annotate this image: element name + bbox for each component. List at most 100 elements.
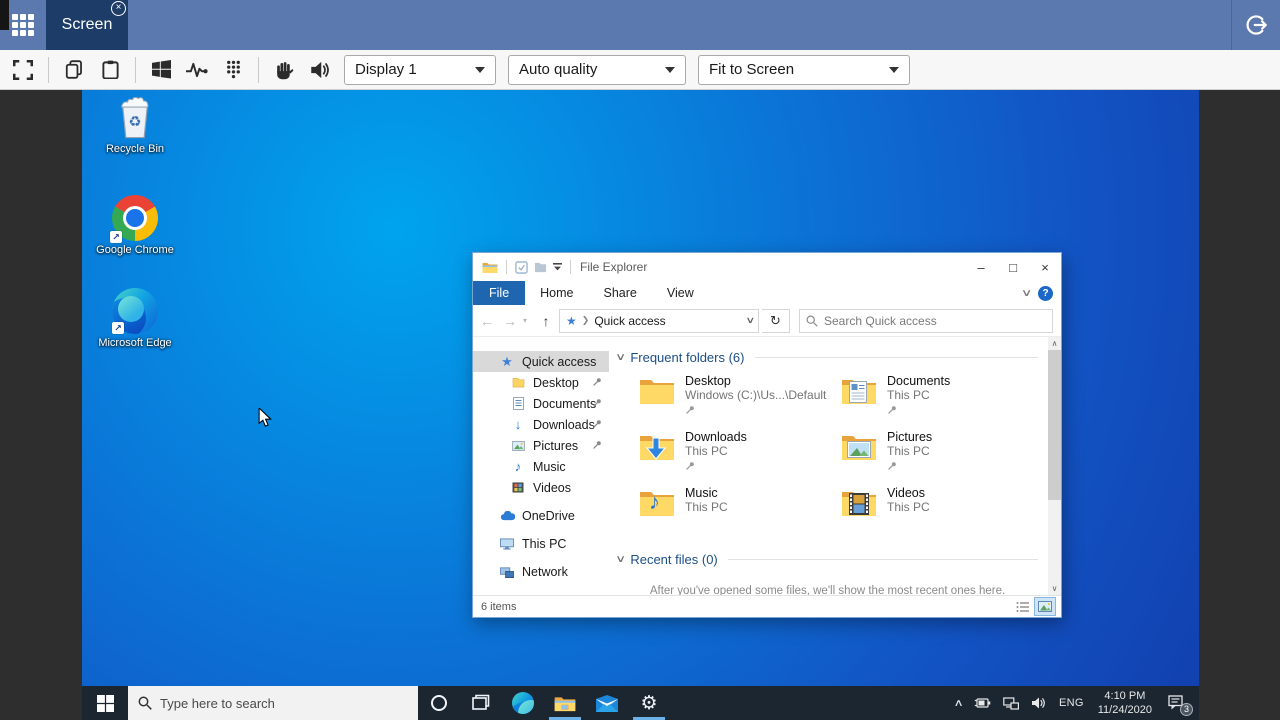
sidebar-item-onedrive[interactable]: OneDrive: [473, 505, 609, 526]
dialpad-icon: [225, 60, 242, 79]
expand-ribbon-icon[interactable]: ∨: [1020, 288, 1032, 299]
clock-date: 11/24/2020: [1098, 703, 1152, 717]
collapse-chevron-icon: ∨: [615, 352, 626, 363]
recent-files-empty-message: After you've opened some files, we'll sh…: [617, 585, 1048, 595]
viewer-toolbar: Display 1 Auto quality Fit to Screen: [0, 50, 1280, 90]
menu-home[interactable]: Home: [525, 281, 588, 305]
folder-tile-videos[interactable]: Videos This PC: [841, 485, 1043, 541]
help-icon[interactable]: ?: [1038, 286, 1053, 301]
start-button[interactable]: [82, 686, 128, 720]
sidebar-item-music[interactable]: ♪ Music: [473, 456, 609, 477]
tile-name: Pictures: [887, 430, 932, 444]
sidebar-item-quick-access[interactable]: ★ Quick access: [473, 351, 609, 372]
up-button[interactable]: ↑: [536, 313, 556, 329]
explorer-search[interactable]: [799, 309, 1053, 333]
language-indicator[interactable]: ENG: [1053, 686, 1090, 720]
svg-text:♻: ♻: [128, 114, 141, 131]
minimize-button[interactable]: –: [965, 253, 997, 281]
speaker-icon: [310, 60, 330, 80]
dialpad-button[interactable]: [216, 54, 250, 86]
sound-button[interactable]: [303, 54, 337, 86]
zoom-select[interactable]: Fit to Screen: [698, 55, 910, 85]
scrollbar-thumb[interactable]: [1048, 350, 1061, 500]
paste-button[interactable]: [93, 54, 127, 86]
menu-file[interactable]: File: [473, 281, 525, 305]
close-button[interactable]: ×: [1029, 253, 1061, 281]
folder-tile-pictures[interactable]: Pictures This PC: [841, 429, 1043, 485]
menu-share[interactable]: Share: [589, 281, 652, 305]
sidebar-item-network[interactable]: Network: [473, 561, 609, 582]
quality-select[interactable]: Auto quality: [508, 55, 686, 85]
disconnect-button[interactable]: [1232, 0, 1280, 50]
screen-tab[interactable]: Screen ×: [46, 0, 128, 50]
explorer-app-icon: [482, 261, 498, 274]
folder-tile-downloads[interactable]: Downloads This PC: [639, 429, 841, 485]
sidebar-item-downloads[interactable]: ↓ Downloads: [473, 414, 609, 435]
fullscreen-button[interactable]: [6, 54, 40, 86]
folder-tile-desktop[interactable]: Desktop Windows (C:)\Us...\Default: [639, 373, 841, 429]
pin-icon: [592, 419, 602, 429]
desktop-icon-recycle-bin[interactable]: ♻ Recycle Bin: [96, 96, 174, 157]
taskbar-search[interactable]: [128, 686, 418, 720]
frequent-folders-header[interactable]: ∨ Frequent folders (6): [617, 347, 1038, 367]
forward-button[interactable]: →: [500, 313, 520, 329]
gesture-button[interactable]: [267, 54, 301, 86]
cortana-button[interactable]: [418, 686, 460, 720]
address-bar[interactable]: ★ ❯ Quick access ∨: [559, 309, 759, 333]
details-view-button[interactable]: [1013, 598, 1033, 615]
qat-new-folder-button[interactable]: [534, 261, 547, 273]
sidebar-item-videos[interactable]: Videos: [473, 477, 609, 498]
menu-view[interactable]: View: [652, 281, 709, 305]
tabbar-spacer: [128, 0, 1231, 50]
volume-button[interactable]: [1025, 686, 1053, 720]
scroll-up-icon[interactable]: ∧: [1052, 337, 1058, 350]
tile-name: Videos: [887, 486, 930, 500]
remote-desktop[interactable]: ♻ Recycle Bin ↗ Google Chrome ↗ Microsof…: [82, 90, 1199, 720]
power-status-button[interactable]: [968, 686, 997, 720]
recent-files-header[interactable]: ∨ Recent files (0): [617, 549, 1038, 569]
folder-tile-music[interactable]: ♪ Music This PC: [639, 485, 841, 541]
clock[interactable]: 4:10 PM 11/24/2020: [1090, 686, 1160, 720]
sidebar-item-pictures[interactable]: Pictures: [473, 435, 609, 456]
qat-customize-button[interactable]: [553, 263, 562, 272]
desktop-icon-google-chrome[interactable]: ↗ Google Chrome: [96, 195, 174, 258]
tile-location: This PC: [685, 445, 747, 459]
tray-overflow-chevron-icon[interactable]: ∧: [945, 686, 972, 720]
explorer-search-input[interactable]: [824, 314, 1046, 328]
copy-button[interactable]: [57, 54, 91, 86]
display-select[interactable]: Display 1: [344, 55, 496, 85]
speaker-icon: [1031, 696, 1047, 710]
explorer-titlebar[interactable]: File Explorer – □ ×: [473, 253, 1061, 281]
performance-button[interactable]: [180, 54, 214, 86]
scrollbar[interactable]: ∧ ∨: [1048, 337, 1061, 595]
taskbar-settings-button[interactable]: ⚙: [628, 686, 670, 720]
back-button[interactable]: ←: [477, 313, 497, 329]
maximize-button[interactable]: □: [997, 253, 1029, 281]
task-view-button[interactable]: [460, 686, 502, 720]
taskbar-edge-button[interactable]: [502, 686, 544, 720]
toolbar-separator: [135, 57, 136, 83]
network-button[interactable]: [997, 686, 1025, 720]
action-center-button[interactable]: 3: [1160, 686, 1199, 720]
qat-properties-button[interactable]: [515, 261, 528, 274]
taskbar-search-input[interactable]: [160, 696, 408, 711]
address-dropdown-icon[interactable]: ∨: [746, 315, 756, 326]
refresh-button[interactable]: ↻: [762, 309, 790, 333]
taskbar-mail-button[interactable]: [586, 686, 628, 720]
folder-tile-documents[interactable]: Documents This PC: [841, 373, 1043, 429]
taskbar-file-explorer-button[interactable]: [544, 686, 586, 720]
windows-logo-icon: [152, 60, 171, 79]
send-windows-key-button[interactable]: [144, 54, 178, 86]
music-note-icon: ♪: [510, 459, 526, 474]
sidebar-item-desktop[interactable]: Desktop: [473, 372, 609, 393]
thumbnail-view-button[interactable]: [1035, 598, 1055, 615]
explorer-sidebar: ★ Quick access Desktop Docume: [473, 337, 609, 595]
scroll-down-icon[interactable]: ∨: [1052, 582, 1058, 595]
onedrive-cloud-icon: [499, 511, 515, 521]
sidebar-item-documents[interactable]: Documents: [473, 393, 609, 414]
breadcrumb-location[interactable]: Quick access: [594, 314, 665, 328]
recent-locations-icon[interactable]: ▾: [523, 316, 533, 325]
close-tab-icon[interactable]: ×: [111, 1, 126, 16]
sidebar-item-this-pc[interactable]: This PC: [473, 533, 609, 554]
desktop-icon-microsoft-edge[interactable]: ↗ Microsoft Edge: [96, 288, 174, 351]
